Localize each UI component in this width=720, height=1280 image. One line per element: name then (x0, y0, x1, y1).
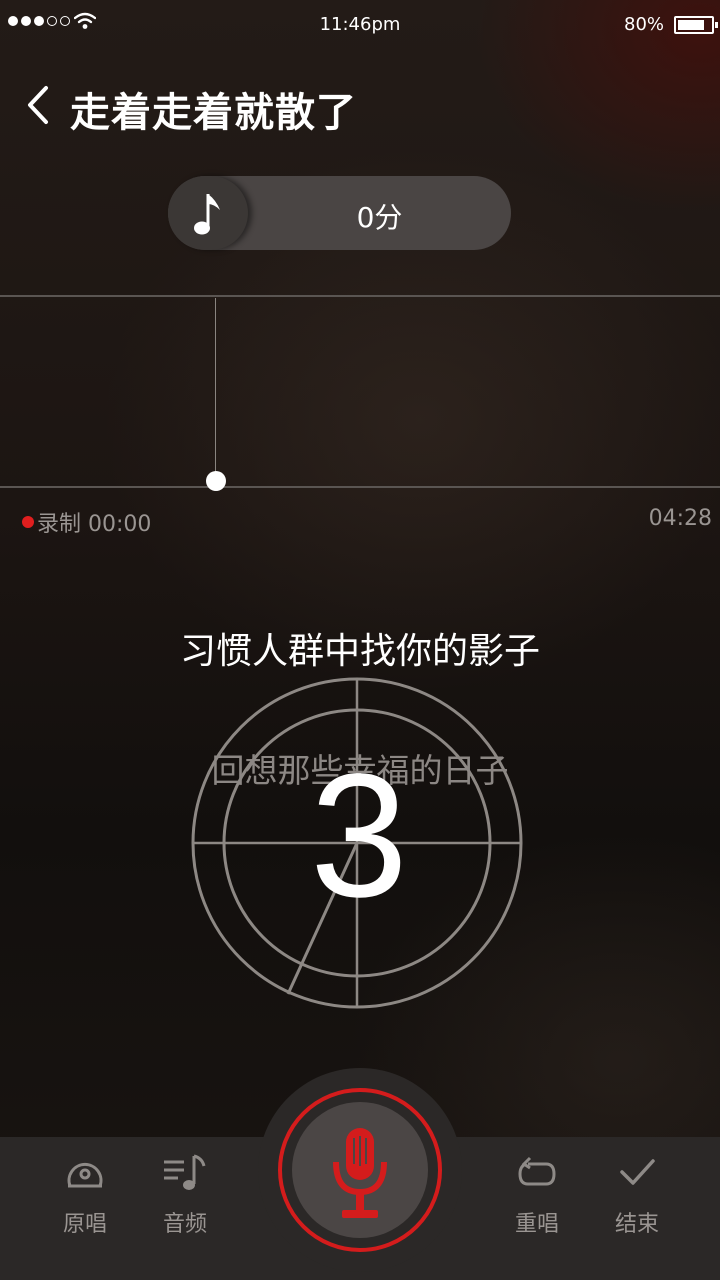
battery-percent: 80% (624, 14, 665, 35)
music-note-icon (194, 194, 220, 235)
tab-label: 重唱 (514, 1212, 559, 1237)
tab-resing[interactable]: 重唱 (492, 1152, 582, 1237)
recording-time: 录制 00:00 (37, 512, 152, 537)
tab-label: 音频 (162, 1212, 207, 1237)
song-title: 走着走着就散了 (70, 90, 357, 136)
pitch-track-top-line (0, 295, 720, 297)
music-note-button[interactable] (168, 176, 248, 250)
playlist-music-icon (164, 1154, 206, 1190)
status-bar: 11:46pm 80% (0, 0, 720, 50)
microphone-icon (333, 1128, 387, 1218)
tab-audio[interactable]: 音频 (140, 1152, 230, 1237)
recording-indicator-icon (22, 516, 34, 528)
tab-original-vocal[interactable]: 原唱 (40, 1152, 130, 1237)
tab-label: 结束 (614, 1212, 659, 1237)
pitch-cursor-dot (206, 471, 226, 491)
pitch-cursor-line (215, 298, 216, 476)
tab-finish[interactable]: 结束 (592, 1152, 682, 1237)
score-pill: 0分 (168, 176, 511, 250)
total-duration: 04:28 (648, 506, 712, 531)
repeat-icon (518, 1156, 556, 1186)
checkmark-icon (620, 1159, 655, 1185)
record-button[interactable] (292, 1102, 428, 1238)
score-value: 0分 (356, 201, 403, 234)
lyric-current: 习惯人群中找你的影子 (179, 631, 540, 672)
status-time: 11:46pm (319, 14, 401, 35)
disc-icon (67, 1163, 103, 1188)
chevron-left-icon[interactable] (20, 80, 60, 130)
countdown-number: 3 (310, 738, 408, 934)
recording-status: 录制 00:00 (22, 506, 151, 538)
pitch-track-bottom-line (0, 486, 720, 488)
battery-icon (674, 16, 718, 34)
tab-label: 原唱 (62, 1212, 107, 1237)
